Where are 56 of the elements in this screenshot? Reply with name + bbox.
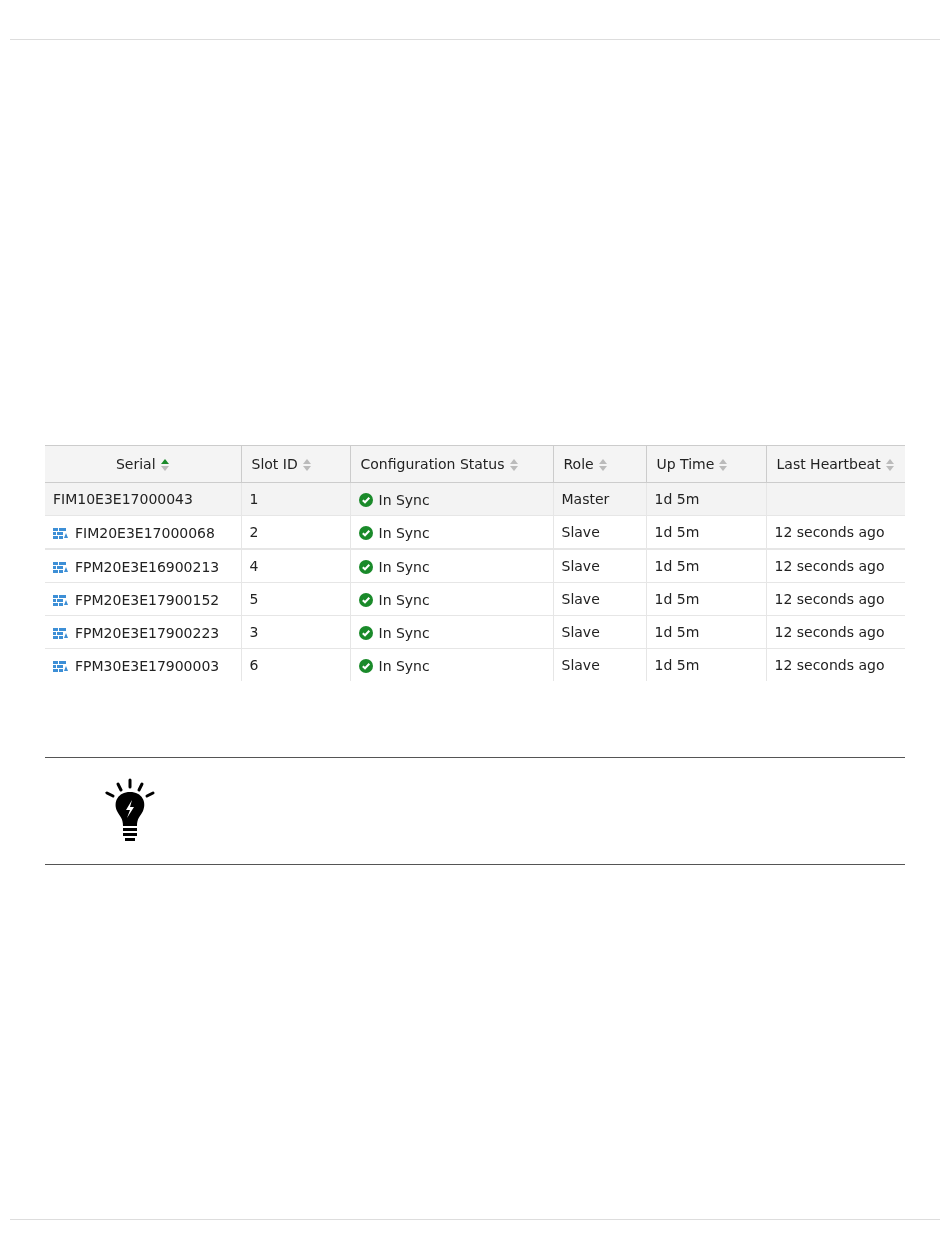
table-cell: 1d 5m (646, 615, 766, 649)
sort-icon[interactable] (597, 458, 608, 472)
column-header[interactable]: Slot ID (251, 456, 298, 472)
check-circle-icon (358, 492, 373, 507)
table-cell: 1 (241, 482, 350, 516)
table-cell: In Sync (378, 657, 430, 674)
table-cell: FPM20E3E17900223 (75, 624, 220, 641)
table-cell: In Sync (378, 524, 430, 541)
table-cell: FPM20E3E17900152 (75, 591, 220, 608)
device-icon (53, 593, 69, 606)
table-cell: In Sync (378, 558, 430, 575)
table-cell: Slave (553, 582, 646, 616)
device-icon (53, 626, 69, 639)
table-cell: 5 (241, 582, 350, 616)
table-cell: FIM10E3E17000043 (45, 482, 241, 516)
lightbulb-icon (103, 778, 157, 844)
table-cell: In Sync (378, 591, 430, 608)
check-circle-icon (358, 625, 373, 640)
check-circle-icon (358, 658, 373, 673)
table-cell: 12 seconds ago (766, 648, 905, 681)
table-cell: Slave (553, 615, 646, 649)
table-cell: FPM20E3E16900213 (75, 558, 220, 575)
device-icon (53, 659, 69, 672)
table-cell: 1d 5m (646, 549, 766, 583)
table-cell: Slave (553, 515, 646, 549)
check-circle-icon (358, 525, 373, 540)
table-cell: Master (553, 482, 646, 516)
table-cell: 12 seconds ago (766, 615, 905, 649)
table-cell: 12 seconds ago (766, 582, 905, 616)
table-cell: FIM20E3E17000068 (75, 524, 215, 541)
table-cell: 3 (241, 615, 350, 649)
table-cell: FPM30E3E17900003 (75, 657, 220, 674)
table-cell: 2 (241, 515, 350, 549)
sort-icon[interactable] (301, 458, 312, 472)
sort-icon[interactable] (718, 458, 729, 472)
sort-icon[interactable] (508, 458, 519, 472)
sort-icon[interactable] (884, 458, 895, 472)
table-cell: In Sync (378, 624, 430, 641)
table-cell: 12 seconds ago (766, 515, 905, 549)
table-cell: Slave (553, 648, 646, 681)
check-circle-icon (358, 592, 373, 607)
table-cell: 1d 5m (646, 515, 766, 549)
column-header[interactable]: Role (563, 456, 594, 472)
table-cell: 1d 5m (646, 648, 766, 681)
table-cell: 1d 5m (646, 482, 766, 516)
sort-icon[interactable] (159, 458, 170, 472)
device-icon (53, 526, 69, 539)
table-cell: Slave (553, 549, 646, 583)
table-cell: 6 (241, 648, 350, 681)
device-icon (53, 560, 69, 573)
table-cell: 4 (241, 549, 350, 583)
check-circle-icon (358, 559, 373, 574)
column-header[interactable]: Serial (115, 456, 156, 472)
table-cell: 12 seconds ago (766, 549, 905, 583)
table-cell: 1d 5m (646, 582, 766, 616)
table-cell: In Sync (378, 491, 430, 508)
